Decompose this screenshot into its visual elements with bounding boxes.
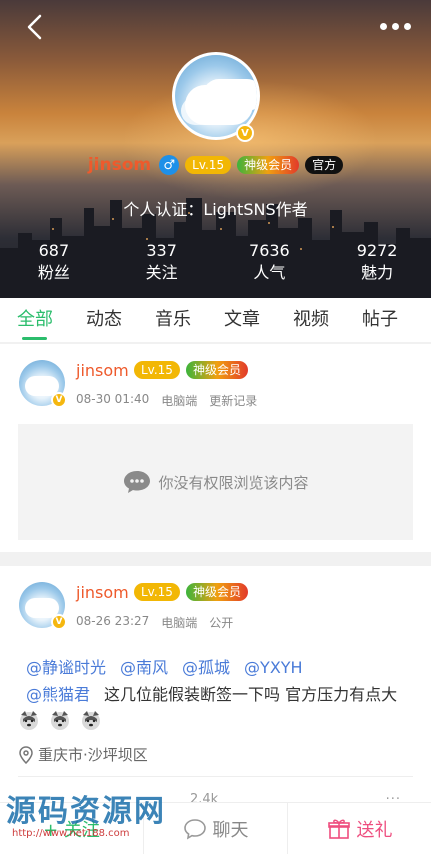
chat-label: 聊天 xyxy=(212,819,249,841)
stat-number: 7636 xyxy=(249,241,290,260)
mention-link[interactable]: @YXYH xyxy=(244,658,303,677)
verification-text: 个人认证：LightSNS作者 xyxy=(123,200,308,219)
stat-popularity[interactable]: 7636 人气 xyxy=(216,242,324,286)
content-tabs: 全部 动态 音乐 文章 视频 帖子 喜 xyxy=(0,298,431,342)
stat-charm[interactable]: 9272 魅力 xyxy=(323,242,431,286)
stat-fans[interactable]: 687 粉丝 xyxy=(0,242,108,286)
tab-likes[interactable]: 喜 xyxy=(414,298,431,342)
post-divider xyxy=(18,776,413,777)
level-badge: Lv.15 xyxy=(134,583,180,601)
profile-username: jinsom xyxy=(87,155,152,175)
tab-all[interactable]: 全部 xyxy=(0,298,69,342)
post-username[interactable]: jinsom xyxy=(76,361,129,380)
official-badge: 官方 xyxy=(305,156,344,174)
tab-music[interactable]: 音乐 xyxy=(138,298,207,342)
follow-label: + 关注 xyxy=(43,819,100,841)
post-location[interactable]: 重庆市·沙坪坝区 xyxy=(18,744,148,765)
mention-link[interactable]: @孤城 xyxy=(182,658,230,677)
post-body: @静谧时光 @南风 @孤城 @YXYH @熊猫君 这几位能假装断签一下吗 官方压力有点大 xyxy=(18,654,413,735)
gift-label: 送礼 xyxy=(356,819,393,841)
stat-label: 人气 xyxy=(253,263,286,282)
back-arrow-icon[interactable] xyxy=(22,12,50,42)
vip-badge: 神级会员 xyxy=(185,583,248,601)
chat-bubble-icon xyxy=(124,471,151,493)
post-username[interactable]: jinsom xyxy=(76,583,129,602)
locked-content: 你没有权限浏览该内容 xyxy=(18,424,413,540)
location-pin-icon xyxy=(19,745,33,764)
tab-videos[interactable]: 视频 xyxy=(276,298,345,342)
bottom-action-bar: + 关注 聊天 送礼 xyxy=(0,802,431,854)
chat-button[interactable]: 聊天 xyxy=(144,803,288,854)
male-gender-icon: ♂ xyxy=(159,155,180,175)
more-options-icon[interactable] xyxy=(377,18,413,34)
locked-message: 你没有权限浏览该内容 xyxy=(158,473,309,492)
stat-number: 337 xyxy=(146,241,177,260)
level-badge: Lv.15 xyxy=(185,156,232,174)
post-meta: 08-26 23:27 电脑端 公开 xyxy=(76,614,233,631)
post-badges: Lv.15 神级会员 xyxy=(134,583,248,601)
stat-label: 魅力 xyxy=(361,263,394,282)
profile-name-row: jinsom ♂ Lv.15 神级会员 官方 xyxy=(0,155,431,175)
verified-badge-icon: V xyxy=(51,392,67,408)
husky-emoji-icon xyxy=(82,711,101,730)
stat-label: 粉丝 xyxy=(37,263,70,282)
post-meta: 08-30 01:40 电脑端 更新记录 xyxy=(76,392,257,409)
husky-emoji-icon xyxy=(51,711,70,730)
post-card: V jinsom Lv.15 神级会员 08-30 01:40 电脑端 更新记录… xyxy=(0,344,431,552)
post-category: 更新记录 xyxy=(209,394,258,408)
location-text: 重庆市·沙坪坝区 xyxy=(38,746,148,764)
stat-label: 关注 xyxy=(145,263,178,282)
mention-link[interactable]: @熊猫君 xyxy=(26,685,90,704)
tab-articles[interactable]: 文章 xyxy=(207,298,276,342)
mention-link[interactable]: @南风 xyxy=(120,658,168,677)
profile-header: V jinsom ♂ Lv.15 神级会员 官方 个人认证：LightSNS作者… xyxy=(0,0,431,298)
follow-button[interactable]: + 关注 xyxy=(0,803,144,854)
gift-button[interactable]: 送礼 xyxy=(288,803,431,854)
tab-moments[interactable]: 动态 xyxy=(69,298,138,342)
vip-badge: 神级会员 xyxy=(237,156,300,174)
verified-badge-icon: V xyxy=(236,124,254,142)
profile-page: V jinsom ♂ Lv.15 神级会员 官方 个人认证：LightSNS作者… xyxy=(0,0,431,854)
tab-posts[interactable]: 帖子 xyxy=(345,298,414,342)
gift-icon xyxy=(327,819,350,839)
verified-badge-icon: V xyxy=(51,614,67,630)
post-text: 这几位能假装断签一下吗 官方压力有点大 xyxy=(104,685,398,704)
profile-stats: 687 粉丝 337 关注 7636 人气 9272 魅力 xyxy=(0,242,431,286)
stat-number: 9272 xyxy=(356,241,398,260)
post-device: 电脑端 xyxy=(161,394,198,408)
post-badges: Lv.15 神级会员 xyxy=(134,361,248,379)
post-time: 08-30 01:40 xyxy=(76,392,150,406)
stat-number: 687 xyxy=(38,241,70,260)
post-visibility: 公开 xyxy=(209,616,234,630)
stat-following[interactable]: 337 关注 xyxy=(108,242,216,286)
chat-icon xyxy=(183,818,206,840)
post-device: 电脑端 xyxy=(161,616,198,630)
vip-badge: 神级会员 xyxy=(185,361,248,379)
level-badge: Lv.15 xyxy=(134,361,180,379)
mention-link[interactable]: @静谧时光 xyxy=(26,658,106,677)
post-time: 08-26 23:27 xyxy=(76,614,150,628)
husky-emoji-icon xyxy=(20,711,38,730)
